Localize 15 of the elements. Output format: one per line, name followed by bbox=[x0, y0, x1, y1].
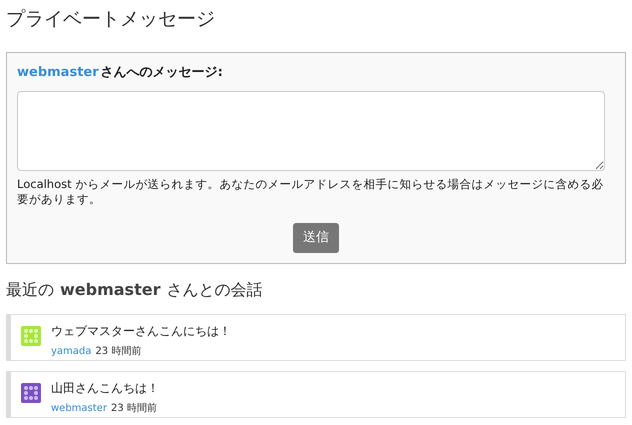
message-text: 山田さんこんちは！ bbox=[51, 380, 159, 396]
timestamp: 23 時間前 bbox=[110, 402, 157, 416]
user-link[interactable]: webmaster bbox=[17, 63, 99, 82]
message-text: ウェブマスターさんこんにちは！ bbox=[51, 323, 231, 339]
page-title: プライベートメッセージ bbox=[6, 7, 216, 32]
message-input[interactable] bbox=[17, 90, 605, 170]
compose-label: さんへのメッセージ: bbox=[100, 64, 223, 82]
username-text: webmaster bbox=[60, 279, 160, 301]
timestamp: 23 時間前 bbox=[95, 344, 142, 359]
send-button[interactable]: 送信 bbox=[293, 222, 339, 252]
author-link[interactable]: webmaster bbox=[51, 401, 107, 416]
section-heading: さんとの会話 bbox=[166, 279, 262, 301]
notice-text: Localhost からメールが送られます。あなたのメールアドレスを相手に知らせる場合はメッセージに含める必要があります。 bbox=[17, 176, 604, 206]
author-link[interactable]: yamada bbox=[51, 344, 92, 359]
section-heading: 最近の bbox=[6, 279, 54, 301]
